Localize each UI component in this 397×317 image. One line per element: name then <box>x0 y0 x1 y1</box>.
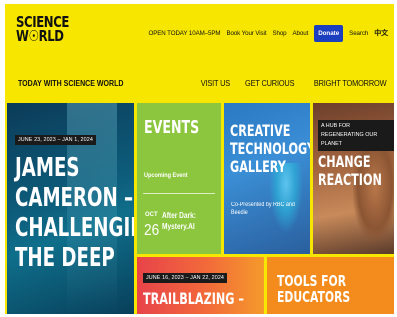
creative-title: CREATIVE TECHNOLOGY GALLERY <box>230 122 310 176</box>
creative-title-line: GALLERY <box>230 157 286 176</box>
events-title: EVENTS <box>144 117 200 138</box>
events-divider <box>143 193 215 194</box>
tagline: TODAY WITH SCIENCE WORLD <box>18 79 124 88</box>
main-nav: VISIT US GET CURIOUS BRIGHT TOMORROW <box>189 78 386 88</box>
cameron-title-line: JAMES <box>15 153 80 183</box>
tile-creative-technology-gallery[interactable]: CREATIVE TECHNOLOGY GALLERY Co-Presented… <box>224 103 310 254</box>
events-subtitle: Upcoming Event <box>144 172 188 179</box>
tools-title: TOOLS FOR EDUCATORS <box>277 272 351 306</box>
event-name-line: After Dark: <box>162 211 196 220</box>
event-name[interactable]: After Dark: Mystery.AI <box>162 210 196 232</box>
cameron-title: JAMES CAMERON – CHALLENGING THE DEEP <box>15 153 134 273</box>
nav-get-curious[interactable]: GET CURIOUS <box>245 78 294 88</box>
search-link[interactable]: Search <box>349 30 368 37</box>
tile-james-cameron[interactable]: JUNE 23, 2023 – JAN 1, 2024 JAMES CAMERO… <box>7 103 134 314</box>
change-title: CHANGE REACTION <box>318 153 394 189</box>
about-link[interactable]: About <box>293 30 309 37</box>
open-today-link[interactable]: OPEN TODAY 10AM–5PM <box>149 30 221 37</box>
cameron-title-line: CAMERON – <box>15 183 134 213</box>
creative-subtitle: Co-Presented by RBC and Beedie <box>231 202 295 216</box>
cameron-title-line: THE DEEP <box>15 243 115 273</box>
cameron-date-badge: JUNE 23, 2023 – JAN 1, 2024 <box>15 135 96 145</box>
creative-title-line: TECHNOLOGY <box>230 139 310 158</box>
book-visit-link[interactable]: Book Your Visit <box>226 30 266 37</box>
change-title-line: REACTION <box>318 170 382 189</box>
donate-button[interactable]: Donate <box>314 24 344 42</box>
event-name-line: Mystery.AI <box>162 222 195 231</box>
trailblazing-title: TRAILBLAZING – <box>143 289 244 308</box>
utility-nav: OPEN TODAY 10AM–5PM Book Your Visit Shop… <box>143 24 388 42</box>
language-toggle[interactable]: 中文 <box>374 28 388 38</box>
tile-events[interactable]: EVENTS Upcoming Event OCT 26 After Dark:… <box>137 103 221 254</box>
event-month: OCT <box>145 212 158 218</box>
tile-change-reaction[interactable]: A HUB FOR REGENERATING OUR PLANET CHANGE… <box>313 103 394 254</box>
logo-line-2: W☉RLD <box>16 27 64 45</box>
change-kicker: A HUB FOR REGENERATING OUR PLANET <box>318 120 394 151</box>
creative-title-line: CREATIVE <box>230 121 291 140</box>
nav-bright-tomorrow[interactable]: BRIGHT TOMORROW <box>313 78 386 88</box>
trailblazing-date-badge: JUNE 16, 2023 – JAN 22, 2024 <box>143 273 228 283</box>
cameron-title-line: CHALLENGING <box>15 213 134 243</box>
tile-trailblazing[interactable]: JUNE 16, 2023 – JAN 22, 2024 TRAILBLAZIN… <box>137 257 264 314</box>
page: SCIENCE W☉RLD OPEN TODAY 10AM–5PM Book Y… <box>0 0 397 317</box>
nav-visit-us[interactable]: VISIT US <box>201 78 230 88</box>
science-world-logo[interactable]: SCIENCE W☉RLD <box>16 15 69 45</box>
tile-tools-for-educators[interactable]: TOOLS FOR EDUCATORS <box>267 257 394 314</box>
event-day: 26 <box>144 222 160 239</box>
shop-link[interactable]: Shop <box>272 30 286 37</box>
change-title-line: CHANGE <box>318 152 371 171</box>
